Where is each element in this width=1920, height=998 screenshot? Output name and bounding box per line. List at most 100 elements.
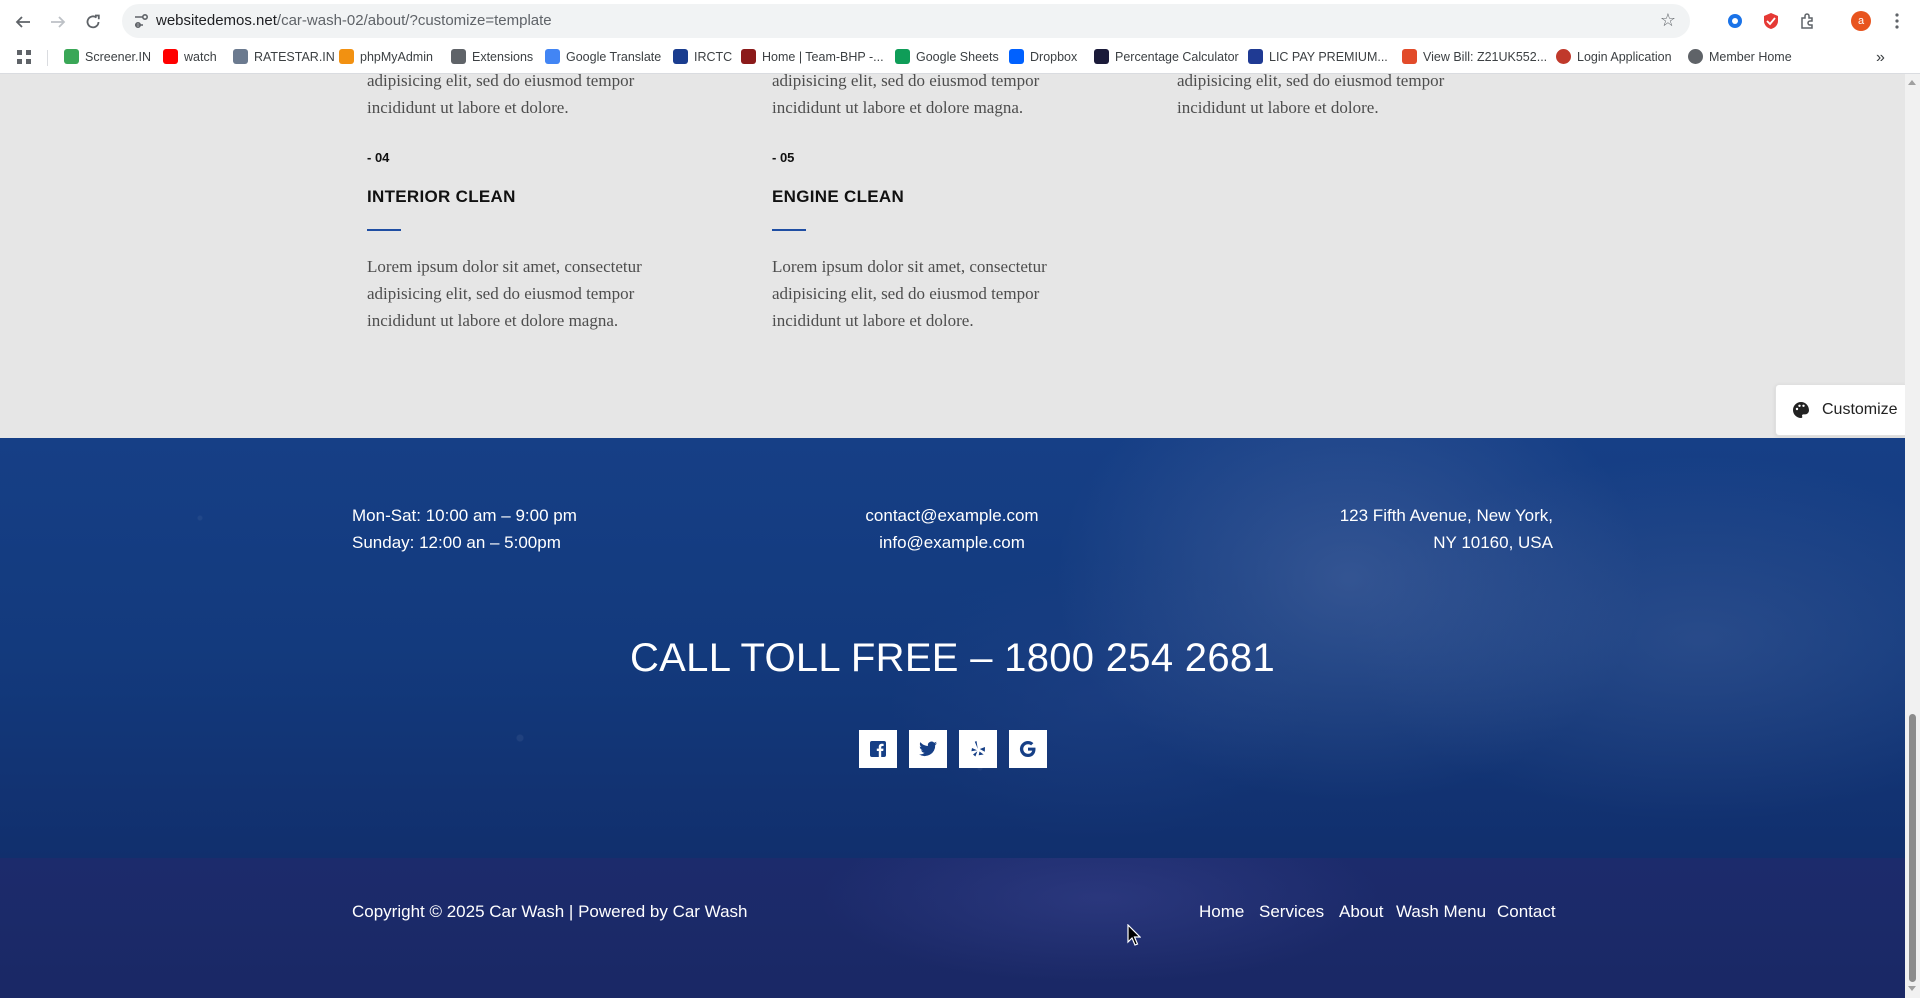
bookmark-irctc[interactable]: IRCTC [673, 49, 732, 64]
puzzle-icon [451, 49, 466, 64]
bookmark-dropbox[interactable]: Dropbox [1009, 49, 1077, 64]
more-bookmarks-chevron-icon[interactable]: » [1876, 49, 1885, 67]
copyright-text: Copyright © 2025 Car Wash | Powered by C… [352, 902, 748, 921]
page-viewport: adipisicing elit, sed do eiusmod tempor … [0, 74, 1905, 998]
footer-contact-section: Mon-Sat: 10:00 am – 9:00 pm Sunday: 12:0… [0, 438, 1905, 858]
bookmark-login-application[interactable]: Login Application [1556, 49, 1672, 64]
translate-icon [545, 49, 560, 64]
lic-icon [1248, 49, 1263, 64]
twitter-button[interactable] [909, 730, 947, 768]
menu-kebab-icon[interactable] [1886, 10, 1908, 32]
service-text-line: incididunt ut labore et dolore. [367, 98, 569, 117]
bookmark-label: View Bill: Z21UK552... [1423, 49, 1548, 64]
facebook-button[interactable] [859, 730, 897, 768]
footer-nav-about[interactable]: About [1339, 902, 1383, 922]
page-scrollbar[interactable] [1905, 74, 1920, 998]
bookmark-google-translate[interactable]: Google Translate [545, 49, 661, 64]
bookmark-label: Google Translate [566, 49, 662, 64]
bookmark-label: LIC PAY PREMIUM... [1269, 49, 1388, 64]
bookmark-label: Home | Team-BHP -... [762, 49, 884, 64]
service-text: adipisicing elit, sed do eiusmod tempor … [367, 74, 634, 121]
browser-toolbar: websitedemos.net/car-wash-02/about/?cust… [0, 0, 1920, 42]
site-info-icon[interactable] [132, 12, 150, 30]
phpmyadmin-icon [339, 49, 354, 64]
service-text: adipisicing elit, sed do eiusmod tempor … [772, 74, 1039, 121]
bookmark-team-bhp[interactable]: Home | Team-BHP -... [741, 49, 884, 64]
bookmark-view-bill[interactable]: View Bill: Z21UK552... [1402, 49, 1547, 64]
service-text-line: incididunt ut labore et dolore magna. [772, 98, 1024, 117]
footer-nav-services[interactable]: Services [1259, 902, 1324, 922]
service-title: INTERIOR CLEAN [367, 187, 516, 206]
google-icon [1019, 740, 1036, 758]
customize-button[interactable]: Customize [1775, 384, 1905, 436]
url-text[interactable]: websitedemos.net/car-wash-02/about/?cust… [156, 12, 552, 29]
address-line-1: 123 Fifth Avenue, New York, [1339, 506, 1553, 525]
globe-icon [1688, 49, 1703, 64]
forward-button[interactable] [45, 9, 71, 35]
mouse-cursor-icon [1127, 924, 1141, 946]
apps-grid-icon[interactable] [16, 49, 32, 65]
google-button[interactable] [1009, 730, 1047, 768]
back-button[interactable] [10, 9, 36, 35]
bookmark-ratestar[interactable]: RATESTAR.IN [233, 49, 335, 64]
ratestar-icon [233, 49, 248, 64]
bookmark-phpmyadmin[interactable]: phpMyAdmin [339, 49, 433, 64]
bookmark-member-home[interactable]: Member Home [1688, 49, 1792, 64]
service-divider [772, 229, 806, 231]
email-contact-link[interactable]: contact@example.com [852, 502, 1052, 529]
bookmark-label: Screener.IN [85, 49, 152, 64]
service-text-line: Lorem ipsum dolor sit amet, consectetur [367, 257, 642, 276]
team-bhp-icon [741, 49, 756, 64]
bookmark-lic[interactable]: LIC PAY PREMIUM... [1248, 49, 1388, 64]
bookmark-label: watch [184, 49, 217, 64]
address-bar[interactable]: websitedemos.net/car-wash-02/about/?cust… [122, 4, 1690, 38]
bookmark-label: phpMyAdmin [360, 49, 433, 64]
scrollbar-thumb[interactable] [1909, 714, 1916, 982]
bookmark-google-sheets[interactable]: Google Sheets [895, 49, 999, 64]
dropbox-icon [1009, 49, 1024, 64]
hours-sunday: Sunday: 12:00 an – 5:00pm [352, 533, 561, 552]
bookmark-label: Dropbox [1030, 49, 1078, 64]
service-text-line: adipisicing elit, sed do eiusmod tempor [772, 74, 1040, 90]
service-text-line: incididunt ut labore et dolore magna. [367, 311, 619, 330]
footer-nav-home[interactable]: Home [1199, 902, 1244, 922]
reload-button[interactable] [80, 9, 106, 35]
palette-icon [1793, 402, 1809, 418]
services-section: adipisicing elit, sed do eiusmod tempor … [0, 74, 1905, 438]
customize-label: Customize [1822, 401, 1898, 418]
scroll-down-arrow-icon[interactable] [1908, 986, 1916, 991]
extension-blue-icon[interactable] [1724, 10, 1746, 32]
extensions-puzzle-icon[interactable] [1797, 10, 1819, 32]
service-text-line: adipisicing elit, sed do eiusmod tempor [367, 284, 635, 303]
service-title: ENGINE CLEAN [772, 187, 905, 206]
email-info-link[interactable]: info@example.com [852, 529, 1052, 556]
yelp-button[interactable] [959, 730, 997, 768]
service-text-line: Lorem ipsum dolor sit amet, consectetur [772, 257, 1047, 276]
service-text-line: adipisicing elit, sed do eiusmod tempor [1177, 74, 1445, 90]
scroll-up-arrow-icon[interactable] [1908, 80, 1916, 85]
bill-icon [1402, 49, 1417, 64]
bookmark-label: Member Home [1709, 49, 1792, 64]
bookmark-watch[interactable]: watch [163, 49, 217, 64]
bookmark-extensions[interactable]: Extensions [451, 49, 533, 64]
footer-nav-wash-menu[interactable]: Wash Menu [1396, 902, 1486, 922]
sheets-icon [895, 49, 910, 64]
profile-avatar[interactable]: a [1850, 10, 1872, 32]
service-text: Lorem ipsum dolor sit amet, consectetur … [772, 253, 1047, 334]
service-text-line: adipisicing elit, sed do eiusmod tempor [367, 74, 635, 90]
footer-nav-contact[interactable]: Contact [1497, 902, 1556, 922]
arrow-right-icon [51, 16, 66, 28]
url-domain: websitedemos.net [156, 12, 277, 29]
service-text: Lorem ipsum dolor sit amet, consectetur … [367, 253, 642, 334]
bookmark-label: Login Application [1577, 49, 1672, 64]
bookmark-screener[interactable]: Screener.IN [64, 49, 151, 64]
address: 123 Fifth Avenue, New York, NY 10160, US… [1253, 502, 1553, 556]
bookmark-star-icon[interactable]: ☆ [1660, 10, 1676, 31]
shield-extension-icon[interactable] [1760, 10, 1782, 32]
bookmark-percentage-calculator[interactable]: Percentage Calculator [1094, 49, 1239, 64]
service-text: adipisicing elit, sed do eiusmod tempor … [1177, 74, 1444, 121]
contact-emails: contact@example.com info@example.com [852, 502, 1052, 556]
service-number: - 05 [772, 150, 795, 165]
youtube-icon [163, 49, 178, 64]
service-number: - 04 [367, 150, 390, 165]
